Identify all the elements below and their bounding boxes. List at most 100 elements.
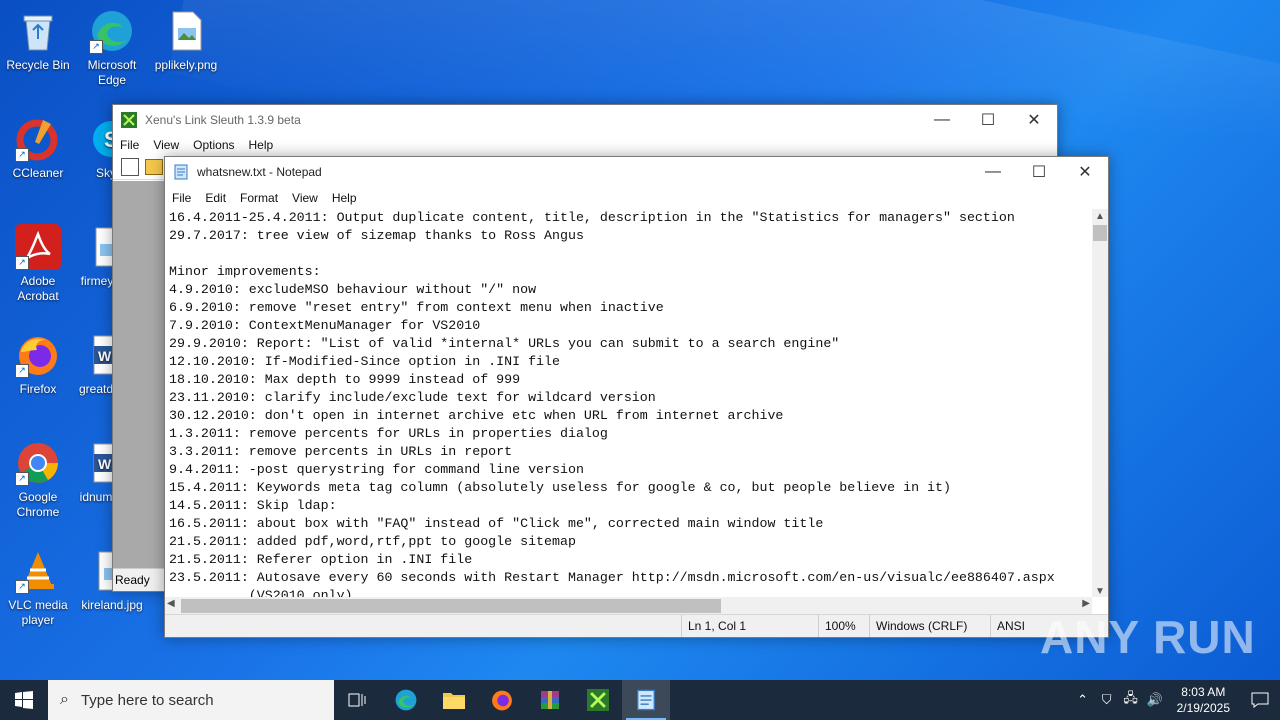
text-line: 29.7.2017: tree view of sizemap thanks t… bbox=[169, 228, 584, 243]
word-document-icon: W bbox=[88, 332, 114, 378]
taskbar-file-explorer[interactable] bbox=[430, 680, 478, 720]
volume-icon[interactable]: 🔊 bbox=[1143, 692, 1167, 708]
open-folder-icon[interactable] bbox=[145, 159, 163, 175]
desktop-icon-label: VLC media player bbox=[8, 598, 68, 627]
menu-file[interactable]: File bbox=[113, 138, 146, 152]
text-line: 21.5.2011: added pdf,word,rtf,ppt to goo… bbox=[169, 534, 576, 549]
desktop-icon-greatd[interactable]: W greatd bbox=[78, 332, 114, 397]
desktop-icon-idnum[interactable]: W idnum bbox=[78, 440, 114, 505]
desktop-icon-edge[interactable]: ↗ Microsoft Edge bbox=[74, 8, 150, 88]
xenu-app-icon bbox=[587, 689, 609, 711]
text-line: 7.9.2010: ContextMenuManager for VS2010 bbox=[169, 318, 481, 333]
menu-file[interactable]: File bbox=[165, 191, 198, 205]
desktop-icon-label: pplikely.png bbox=[154, 58, 218, 72]
acrobat-icon: ↗ bbox=[15, 224, 61, 270]
text-line: Minor improvements: bbox=[169, 264, 321, 279]
desktop-icon-skype[interactable]: S Sky bbox=[78, 116, 114, 181]
image-file-icon bbox=[163, 8, 209, 54]
notepad-titlebar[interactable]: whatsnew.txt - Notepad — ☐ ✕ bbox=[165, 157, 1108, 187]
scroll-down-icon[interactable]: ▼ bbox=[1092, 586, 1108, 597]
menu-edit[interactable]: Edit bbox=[198, 191, 233, 205]
minimize-button[interactable]: — bbox=[919, 105, 965, 135]
menu-help[interactable]: Help bbox=[325, 191, 364, 205]
taskbar-firefox[interactable] bbox=[478, 680, 526, 720]
search-placeholder: Type here to search bbox=[80, 691, 214, 709]
taskbar-edge[interactable] bbox=[382, 680, 430, 720]
notepad-menubar: File Edit Format View Help bbox=[165, 187, 1108, 209]
menu-view[interactable]: View bbox=[285, 191, 325, 205]
security-icon[interactable]: ⛉ bbox=[1095, 692, 1119, 708]
clock[interactable]: 8:03 AM 2/19/2025 bbox=[1167, 684, 1240, 716]
text-line: 16.4.2011-25.4.2011: Output duplicate co… bbox=[169, 210, 1015, 225]
winrar-icon bbox=[541, 691, 559, 709]
vlc-icon: ↗ bbox=[15, 548, 61, 594]
menu-view[interactable]: View bbox=[146, 138, 186, 152]
chrome-icon: ↗ bbox=[15, 440, 61, 486]
maximize-button[interactable]: ☐ bbox=[1016, 157, 1062, 187]
desktop-icon-firefox[interactable]: ↗ Firefox bbox=[0, 332, 76, 397]
shortcut-arrow-icon: ↗ bbox=[15, 580, 29, 594]
desktop-icon-vlc[interactable]: ↗ VLC media player bbox=[0, 548, 76, 628]
close-button[interactable]: ✕ bbox=[1011, 105, 1057, 135]
text-line: 18.10.2010: Max depth to 9999 instead of… bbox=[169, 372, 521, 387]
xenu-menubar: File View Options Help bbox=[113, 135, 1057, 155]
notepad-statusbar: Ln 1, Col 1 100% Windows (CRLF) ANSI bbox=[165, 614, 1108, 637]
minimize-button[interactable]: — bbox=[970, 157, 1016, 187]
menu-format[interactable]: Format bbox=[233, 191, 285, 205]
text-editor[interactable]: 16.4.2011-25.4.2011: Output duplicate co… bbox=[165, 209, 1092, 597]
ccleaner-icon: ↗ bbox=[15, 116, 61, 162]
firefox-icon bbox=[492, 690, 512, 711]
task-view-button[interactable] bbox=[334, 680, 382, 720]
maximize-icon: ☐ bbox=[980, 112, 996, 129]
desktop-icon-acrobat[interactable]: ↗ Adobe Acrobat bbox=[0, 224, 76, 304]
desktop-icon-recycle-bin[interactable]: Recycle Bin bbox=[0, 8, 76, 73]
maximize-icon: ☐ bbox=[1031, 164, 1047, 181]
horizontal-scrollbar[interactable]: ◀ ▶ bbox=[165, 597, 1092, 615]
network-icon[interactable]: 🖧 bbox=[1119, 689, 1143, 711]
desktop-icon-chrome[interactable]: ↗ Google Chrome bbox=[0, 440, 76, 520]
minimize-icon: — bbox=[934, 111, 950, 128]
xenu-title: Xenu's Link Sleuth 1.3.9 beta bbox=[145, 113, 301, 127]
scroll-up-icon[interactable]: ▲ bbox=[1092, 209, 1108, 225]
desktop-icon-label: idnum bbox=[79, 490, 113, 504]
scroll-right-icon[interactable]: ▶ bbox=[1082, 598, 1090, 609]
maximize-button[interactable]: ☐ bbox=[965, 105, 1011, 135]
svg-text:W: W bbox=[98, 456, 112, 472]
shortcut-arrow-icon: ↗ bbox=[15, 148, 29, 162]
notification-button[interactable] bbox=[1240, 680, 1280, 720]
shortcut-arrow-icon: ↗ bbox=[89, 40, 103, 54]
desktop-icon-pplikely[interactable]: pplikely.png bbox=[148, 8, 224, 73]
taskbar-winrar[interactable] bbox=[526, 680, 574, 720]
text-line: 3.3.2011: remove percents in URLs in rep… bbox=[169, 444, 513, 459]
taskbar-xenu[interactable] bbox=[574, 680, 622, 720]
taskbar: ⌕ Type here to search ⌃ ⛉ 🖧 🔊 8:03 AM 2/… bbox=[0, 680, 1280, 720]
vertical-scrollbar[interactable]: ▲ ▼ bbox=[1092, 209, 1108, 597]
text-line: 21.5.2011: Referer option in .INI file bbox=[169, 552, 473, 567]
recycle-bin-icon bbox=[15, 8, 61, 54]
text-line: 23.11.2010: clarify include/exclude text… bbox=[169, 390, 656, 405]
text-line: 12.10.2010: If-Modified-Since option in … bbox=[169, 354, 560, 369]
desktop-icon-label: Sky bbox=[96, 166, 114, 180]
text-line: 16.5.2011: about box with "FAQ" instead … bbox=[169, 516, 824, 531]
hscroll-thumb[interactable] bbox=[181, 599, 721, 613]
desktop-icon-label: kireland.jpg bbox=[81, 598, 143, 612]
desktop-icon-ccleaner[interactable]: ↗ CCleaner bbox=[0, 116, 76, 181]
notepad-window[interactable]: whatsnew.txt - Notepad — ☐ ✕ File Edit F… bbox=[164, 156, 1109, 638]
chevron-up-icon[interactable]: ⌃ bbox=[1071, 692, 1095, 708]
text-line: 6.9.2010: remove "reset entry" from cont… bbox=[169, 300, 664, 315]
start-button[interactable] bbox=[0, 680, 48, 720]
scroll-left-icon[interactable]: ◀ bbox=[167, 598, 175, 609]
taskbar-search[interactable]: ⌕ Type here to search bbox=[48, 680, 334, 720]
menu-options[interactable]: Options bbox=[186, 138, 241, 152]
menu-help[interactable]: Help bbox=[242, 138, 281, 152]
taskbar-notepad[interactable] bbox=[622, 680, 670, 720]
desktop-icon-firmey[interactable]: firmey bbox=[78, 224, 114, 289]
minimize-icon: — bbox=[985, 163, 1001, 180]
desktop-icon-label: greatd bbox=[78, 382, 114, 396]
xenu-titlebar[interactable]: Xenu's Link Sleuth 1.3.9 beta — ☐ ✕ bbox=[113, 105, 1057, 135]
close-button[interactable]: ✕ bbox=[1062, 157, 1108, 187]
status-line-ending: Windows (CRLF) bbox=[869, 615, 990, 637]
new-file-icon[interactable] bbox=[121, 158, 139, 176]
image-file-icon bbox=[92, 224, 114, 270]
scroll-thumb[interactable] bbox=[1093, 225, 1107, 241]
